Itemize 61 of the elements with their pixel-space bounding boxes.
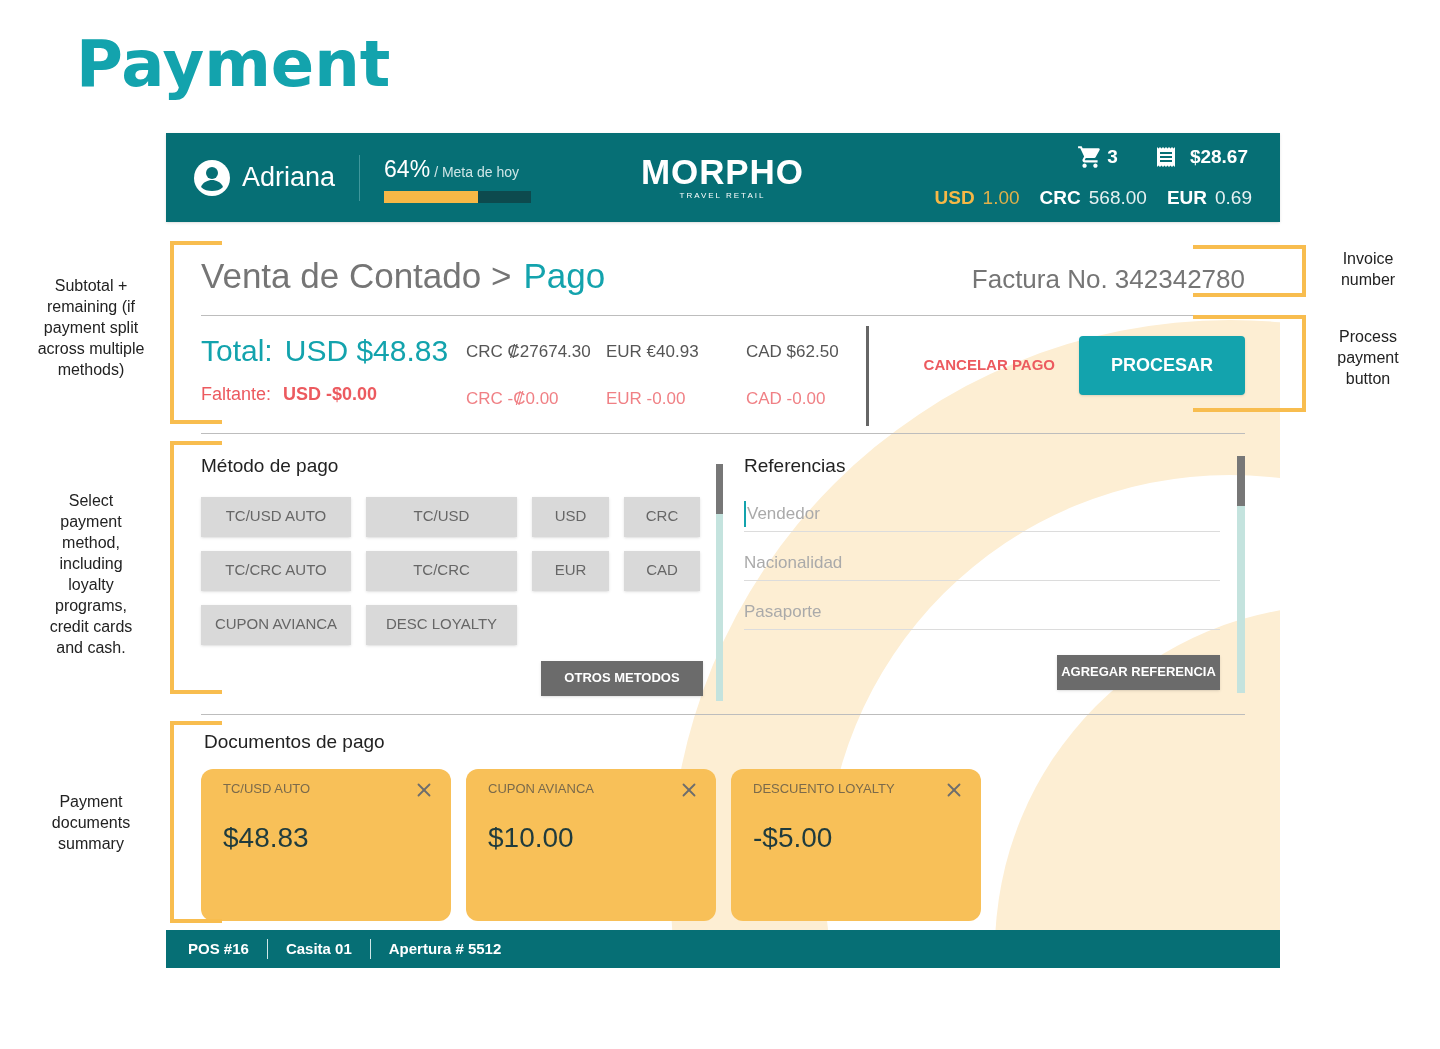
converted-remaining: EUR -0.00 xyxy=(606,388,687,410)
status-text: Apertura # 5512 xyxy=(388,938,502,959)
reference-field[interactable]: Vendedor xyxy=(744,501,1220,527)
payment-method-button[interactable]: DESC LOYALTY xyxy=(366,604,517,645)
annotation-text: Process payment button xyxy=(1336,327,1400,389)
breadcrumb-link[interactable]: Venta de Contado > xyxy=(201,250,512,303)
total-value: USD $48.83 xyxy=(284,332,449,369)
document-amount: $48.83 xyxy=(223,820,310,855)
status-text: POS #16 xyxy=(188,938,249,959)
reference-field[interactable]: Nacionalidad xyxy=(744,550,1220,576)
cart-count: 3 xyxy=(1107,145,1118,169)
process-button[interactable]: PROCESAR xyxy=(1079,336,1245,395)
page-title: Payment xyxy=(76,28,392,100)
user-avatar-icon xyxy=(194,159,230,196)
section-title: Referencias xyxy=(744,454,847,478)
annotation-text: Select payment method, including loyalty programs, credit cards and cash. xyxy=(48,490,134,658)
payment-method-button[interactable]: CUPON AVIANCA xyxy=(201,604,351,645)
status-text: Casita 01 xyxy=(285,938,352,959)
payment-method-button[interactable]: TC/CRC AUTO xyxy=(201,550,351,591)
goal-percent: 64% xyxy=(384,155,431,185)
payment-method-button[interactable]: USD xyxy=(532,496,609,537)
annotation-text: Invoice number xyxy=(1339,249,1397,290)
user-name: Adriana xyxy=(242,161,336,195)
goal-label: / Meta de hoy xyxy=(434,163,519,183)
exchange-rate: USD 1.00 xyxy=(934,185,1020,210)
breadcrumb-current: Pago xyxy=(523,255,606,297)
remaining-value: USD -$0.00 xyxy=(283,382,378,406)
remaining-label: Faltante: xyxy=(201,382,272,406)
total-label: Total: xyxy=(201,332,273,369)
scrollbar[interactable] xyxy=(716,464,723,701)
exchange-rate: CRC 568.00 xyxy=(1039,185,1147,210)
converted-remaining: CAD -0.00 xyxy=(746,388,827,410)
payment-method-button[interactable]: CAD xyxy=(624,550,700,591)
converted-total: CRC ₡27674.30 xyxy=(466,340,592,363)
converted-total: EUR €40.93 xyxy=(606,340,700,363)
document-amount: $10.00 xyxy=(488,820,575,855)
logo: MORPHO xyxy=(641,153,804,190)
converted-remaining: CRC -₡0.00 xyxy=(466,388,560,410)
reference-field[interactable]: Pasaporte xyxy=(744,599,1220,625)
payment-method-button[interactable]: EUR xyxy=(532,550,609,591)
logo-tagline: TRAVEL RETAIL xyxy=(679,189,766,202)
converted-total: CAD $62.50 xyxy=(746,340,840,363)
cancel-payment-button[interactable]: CANCELAR PAGO xyxy=(919,354,1059,377)
annotation-text: Payment documents summary xyxy=(50,791,132,854)
add-reference-button[interactable]: AGREGAR REFERENCIA xyxy=(1057,654,1220,690)
annotation-text: Subtotal + remaining (if payment split across multiple methods) xyxy=(36,276,146,380)
invoice-number: Factura No. 342342780 xyxy=(971,263,1245,296)
ticket-total: $28.67 xyxy=(1189,145,1248,169)
payment-method-button[interactable]: TC/USD xyxy=(366,496,517,537)
section-title: Método de pago xyxy=(201,454,340,478)
exchange-rate: EUR 0.69 xyxy=(1166,185,1252,210)
scrollbar[interactable] xyxy=(1237,456,1245,693)
document-label: CUPON AVIANCA xyxy=(488,779,594,798)
document-label: DESCUENTO LOYALTY xyxy=(753,779,895,798)
payment-method-button[interactable]: TC/USD AUTO xyxy=(201,496,351,537)
document-amount: -$5.00 xyxy=(753,820,834,855)
other-methods-button[interactable]: OTROS METODOS xyxy=(541,660,703,696)
payment-method-button[interactable]: CRC xyxy=(624,496,700,537)
document-label: TC/USD AUTO xyxy=(223,779,311,798)
section-title: Documentos de pago xyxy=(204,730,386,754)
payment-method-button[interactable]: TC/CRC xyxy=(366,550,517,591)
